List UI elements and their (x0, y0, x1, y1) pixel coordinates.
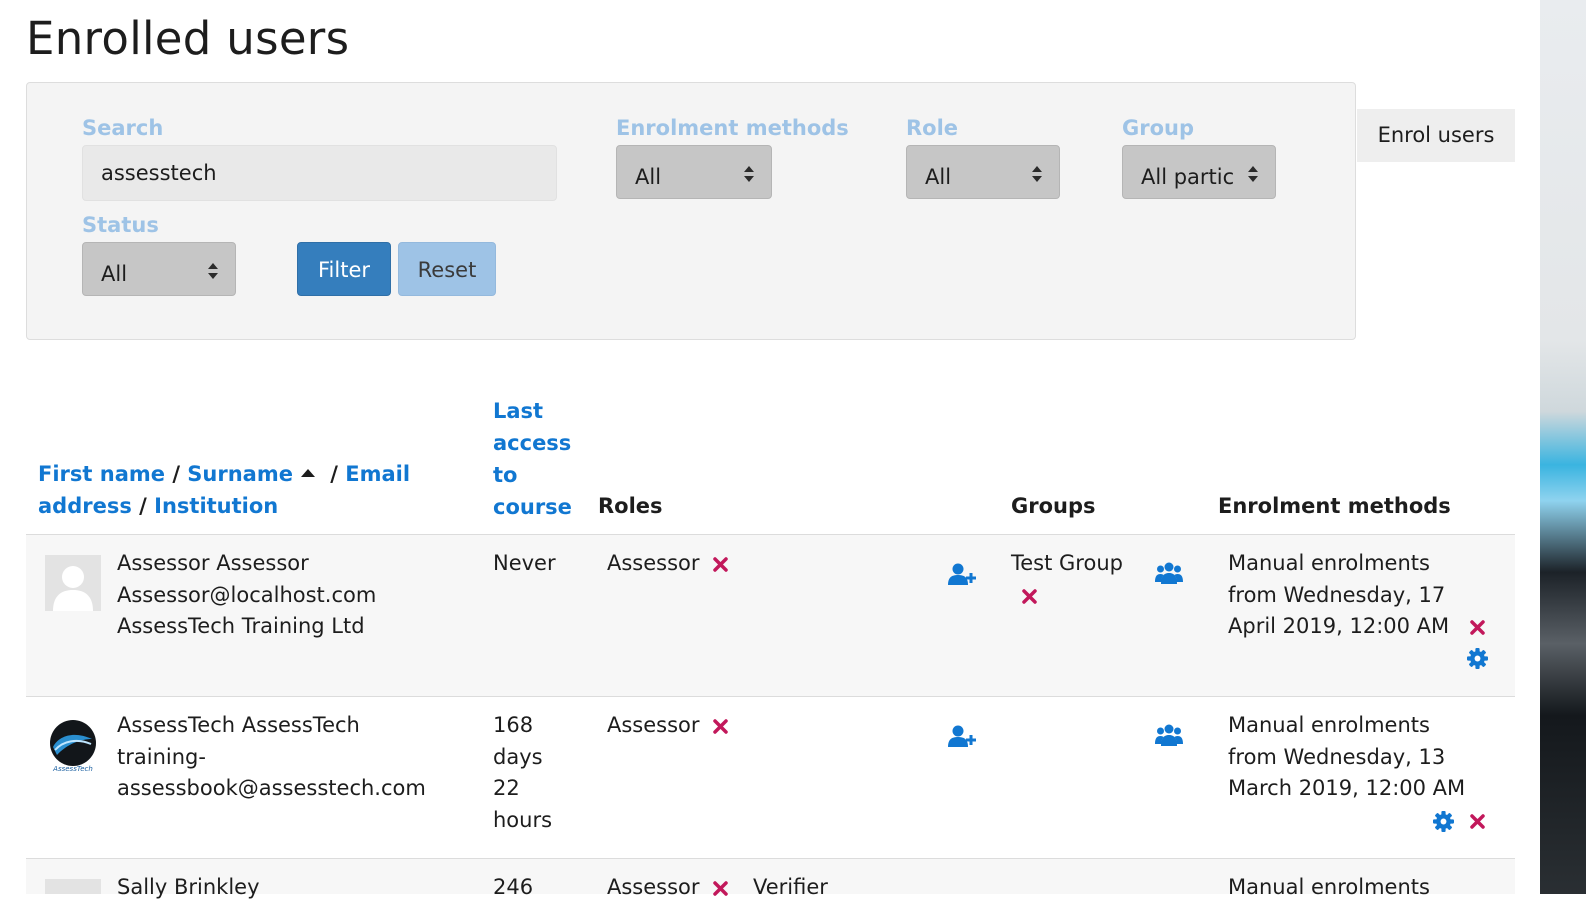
user-name: Assessor Assessor (117, 551, 309, 575)
row-divider (26, 696, 1515, 697)
default-avatar-icon (45, 555, 101, 611)
last-access: 168 days 22 hours (493, 713, 553, 832)
enrolment-method-text: Manual enrolments (1228, 875, 1430, 899)
sort-first-name-link[interactable]: First name (38, 462, 165, 486)
status-value: All (101, 262, 128, 286)
last-access: Never (493, 551, 556, 575)
assign-role-icon[interactable] (948, 563, 976, 585)
page-title: Enrolled users (26, 12, 350, 65)
select-arrows-icon (744, 166, 754, 182)
status-label: Status (82, 213, 159, 237)
gear-icon[interactable] (1433, 811, 1454, 832)
group-label: Group (1122, 116, 1195, 140)
default-avatar-icon (45, 879, 101, 894)
user-email: training-assessbook@assesstech.com (117, 744, 426, 801)
enrolment-methods-value: All (635, 165, 662, 189)
avatar-logo-text: AssessTech (52, 765, 93, 773)
enrol-users-button[interactable]: Enrol users (1357, 109, 1515, 162)
group-select[interactable]: All partic (1122, 145, 1276, 199)
remove-icon[interactable] (713, 557, 728, 572)
group-value: All partic (1141, 165, 1235, 189)
sort-surname-link[interactable]: Surname (187, 462, 293, 486)
background-strip (1540, 0, 1586, 894)
search-label: Search (82, 116, 164, 140)
enrolment-method-text: Manual enrolments from Wednesday, 13 Mar… (1228, 713, 1466, 800)
sort-institution-link[interactable]: Institution (154, 494, 278, 518)
role-label: Role (906, 116, 959, 140)
user-institution: AssessTech Training Ltd (117, 614, 365, 638)
remove-icon[interactable] (1470, 814, 1485, 829)
enrolment-method-text: Manual enrolments from Wednesday, 17 Apr… (1228, 551, 1450, 638)
select-arrows-icon (1032, 166, 1042, 182)
header-separator: / (330, 462, 338, 486)
role-badge: Assessor (607, 713, 700, 737)
header-separator: / (139, 494, 147, 518)
header-roles: Roles (598, 494, 663, 518)
user-name: AssessTech AssessTech (117, 713, 360, 737)
assign-role-icon[interactable] (948, 725, 976, 747)
sort-last-access-link[interactable]: Last access to course (493, 399, 572, 519)
filter-button[interactable]: Filter (297, 242, 391, 296)
groups-icon[interactable] (1155, 723, 1183, 747)
enrolment-methods-select[interactable]: All (616, 145, 772, 199)
role-badge: Assessor (607, 875, 700, 899)
header-separator: / (172, 462, 180, 486)
user-details: Assessor Assessor Assessor@localhost.com… (117, 548, 477, 643)
search-input[interactable] (82, 145, 557, 201)
remove-icon[interactable] (1470, 620, 1485, 635)
role-badge: Assessor (607, 551, 700, 575)
sort-ascending-icon (300, 469, 315, 477)
remove-icon[interactable] (1022, 589, 1037, 604)
role-badge: Verifier (753, 875, 828, 899)
gear-icon[interactable] (1467, 648, 1488, 669)
group-badge: Test Group (1011, 551, 1123, 575)
select-arrows-icon (208, 263, 218, 279)
user-email: Assessor@localhost.com (117, 582, 377, 607)
header-groups: Groups (1011, 494, 1096, 518)
groups-icon[interactable] (1155, 561, 1183, 585)
status-select[interactable]: All (82, 242, 236, 296)
last-access: 246 (493, 875, 534, 899)
header-last-access: Last access to course (493, 395, 583, 523)
enrolment-methods-label: Enrolment methods (616, 116, 849, 140)
reset-button[interactable]: Reset (398, 242, 496, 296)
role-select[interactable]: All (906, 145, 1060, 199)
header-name-columns: First name / Surname / Email address / I… (38, 458, 458, 522)
select-arrows-icon (1248, 166, 1258, 182)
role-value: All (925, 165, 952, 189)
remove-icon[interactable] (713, 719, 728, 734)
user-details: AssessTech AssessTech training-assessboo… (117, 710, 477, 805)
user-avatar: AssessTech (45, 717, 101, 773)
user-name: Sally Brinkley (117, 875, 260, 899)
header-enrolment-methods: Enrolment methods (1218, 494, 1451, 518)
filter-panel: Search Enrolment methods All Role All Gr… (26, 82, 1356, 340)
